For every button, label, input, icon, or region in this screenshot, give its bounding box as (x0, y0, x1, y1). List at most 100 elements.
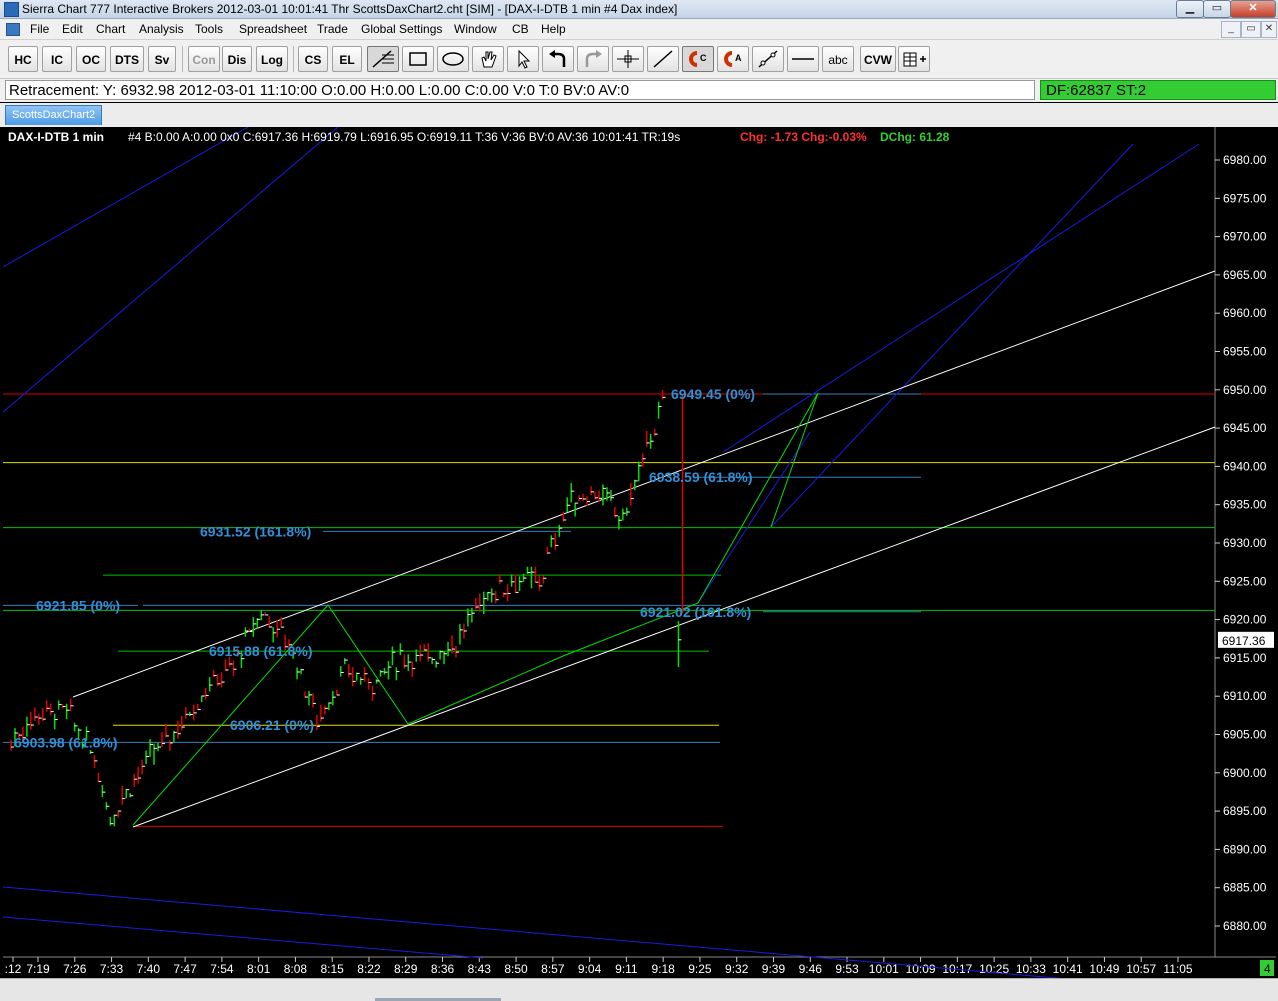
status-row: Retracement: Y: 6932.98 2012-03-01 11:10… (0, 79, 1278, 102)
mdi-restore-button[interactable]: ▭ (1241, 21, 1261, 38)
price-axis-label: 6900.00 (1223, 766, 1267, 780)
trendline-blue (770, 143, 1134, 528)
sv-button[interactable]: Sv (148, 46, 176, 72)
menu-spreadsheet[interactable]: Spreadsheet (239, 22, 307, 36)
price-chart[interactable]: 6980.00 6975.00 6970.00 6965.00 6960.00 6955.… (3, 127, 1276, 978)
price-axis-label: 6975.00 (1223, 191, 1267, 205)
svg-text:A: A (735, 53, 742, 63)
menu-edit[interactable]: Edit (62, 22, 83, 36)
oc-button[interactable]: OC (76, 46, 106, 72)
line-tool-icon[interactable] (647, 46, 679, 72)
fib-level-label: 6938.59 (61.8%) (649, 469, 753, 485)
fib-level-label: 6949.45 (0%) (671, 386, 755, 402)
price-axis-label: 6960.00 (1223, 306, 1267, 320)
price-axis-label: 6935.00 (1223, 498, 1267, 512)
maximize-button[interactable]: ▭ (1203, 0, 1231, 18)
price-axis-label: 6980.00 (1223, 153, 1267, 167)
dts-button[interactable]: DTS (110, 46, 144, 72)
time-axis-label: 9:46 (799, 962, 823, 976)
hc-button[interactable]: HC (8, 46, 38, 72)
title-bar: Sierra Chart 777 Interactive Brokers 201… (0, 0, 1278, 19)
mdi-minimize-button[interactable]: _ (1221, 21, 1241, 38)
time-axis-label: 8:08 (284, 962, 308, 976)
time-axis-label: 9:04 (578, 962, 602, 976)
close-button[interactable]: ✕ (1230, 0, 1276, 18)
price-axis-label: 6930.00 (1223, 536, 1267, 550)
menu-file[interactable]: File (30, 22, 49, 36)
disconnect-button[interactable]: Dis (222, 46, 252, 72)
undo-icon[interactable] (542, 46, 574, 72)
time-axis-label: 8:15 (321, 962, 345, 976)
time-axis-label: 10:09 (906, 962, 936, 976)
price-axis-label: 6940.00 (1223, 459, 1267, 473)
menu-tools[interactable]: Tools (195, 22, 223, 36)
toolbar: HC IC OC DTS Sv Con Dis Log CS EL C A ab… (0, 40, 1278, 79)
redo-icon[interactable] (577, 46, 609, 72)
time-axis-label: 10:41 (1053, 962, 1083, 976)
window-title: Sierra Chart 777 Interactive Brokers 201… (22, 2, 678, 16)
chart-stats: #4 B:0.00 A:0.00 0x0 C:6917.36 H:6919.79… (128, 130, 680, 144)
hand-tool-icon[interactable] (472, 46, 504, 72)
ic-button[interactable]: IC (42, 46, 72, 72)
last-price-label: 6917.36 (1222, 634, 1266, 648)
menu-global-settings[interactable]: Global Settings (361, 22, 442, 36)
cs-button[interactable]: CS (298, 46, 328, 72)
chart-tab-row: ScottsDaxChart2 (0, 103, 1278, 127)
menu-analysis[interactable]: Analysis (139, 22, 184, 36)
ellipse-tool-icon[interactable] (437, 46, 469, 72)
time-axis-label: 7:40 (137, 962, 161, 976)
bottom-bar (0, 978, 1278, 1001)
fib-level-label: 6915.88 (61.8%) (209, 643, 313, 659)
price-axis-label: 6880.00 (1223, 919, 1267, 933)
trendline-blue (3, 916, 484, 959)
trade-window-icon[interactable] (898, 46, 930, 72)
horizontal-line-tool-icon[interactable] (787, 46, 819, 72)
menu-cb[interactable]: CB (512, 22, 529, 36)
crosshair-icon[interactable] (612, 46, 644, 72)
time-axis-label: 7:19 (26, 962, 50, 976)
tab-scottsdaxchart2[interactable]: ScottsDaxChart2 (5, 105, 103, 125)
price-axis-label: 6970.00 (1223, 230, 1267, 244)
fib-level-label: 6921.85 (0%) (36, 597, 120, 613)
connect-button[interactable]: Con (188, 46, 220, 72)
chart-symbol: DAX-I-DTB 1 min (8, 130, 104, 144)
price-axis-label: 6915.00 (1223, 651, 1267, 665)
fib-level-label: 6906.21 (0%) (230, 717, 314, 733)
chart-area[interactable]: 6980.00 6975.00 6970.00 6965.00 6960.00 6955.… (3, 127, 1276, 978)
tool-status-text: Retracement: Y: 6932.98 2012-03-01 11:10… (5, 80, 1035, 100)
magnet-c-icon[interactable]: C (682, 46, 714, 72)
time-axis-label: 8:01 (247, 962, 271, 976)
price-axis-label: 6920.00 (1223, 613, 1267, 627)
log-button[interactable]: Log (256, 46, 288, 72)
data-feed-status: DF:62837 ST:2 (1040, 80, 1276, 100)
time-axis-label: 9:25 (688, 962, 712, 976)
toolbar-separator (293, 46, 294, 72)
horizontal-scrollbar[interactable] (0, 978, 1278, 1001)
time-axis-label: 8:57 (541, 962, 565, 976)
channel-line-white (132, 426, 1216, 828)
chart-window-icon[interactable] (6, 23, 20, 36)
trendline-blue (3, 127, 249, 268)
time-axis-label: 10:57 (1126, 962, 1156, 976)
menu-chart[interactable]: Chart (96, 22, 125, 36)
time-axis-label: 9:32 (725, 962, 749, 976)
minimize-button[interactable]: ▁ (1176, 0, 1204, 18)
trendline-blue (3, 127, 339, 413)
menu-help[interactable]: Help (541, 22, 566, 36)
rectangle-tool-icon[interactable] (402, 46, 434, 72)
ray-tool-icon[interactable] (752, 46, 784, 72)
time-axis-label: 9:39 (762, 962, 786, 976)
el-button[interactable]: EL (332, 46, 362, 72)
fib-level-label: 6921.02 (161.8%) (640, 604, 751, 620)
retracement-tool-icon[interactable] (367, 46, 399, 72)
text-tool-button[interactable]: abc (822, 46, 854, 72)
menu-trade[interactable]: Trade (317, 22, 348, 36)
cvw-button[interactable]: CVW (860, 46, 896, 72)
time-axis-label: 8:43 (468, 962, 492, 976)
mdi-close-button[interactable]: ✕ (1261, 21, 1277, 38)
pointer-tool-icon[interactable] (507, 46, 539, 72)
menu-window[interactable]: Window (454, 22, 497, 36)
magnet-a-icon[interactable]: A (717, 46, 749, 72)
time-axis-label: 11:05 (1163, 962, 1192, 976)
time-axis-label: 7:54 (210, 962, 234, 976)
